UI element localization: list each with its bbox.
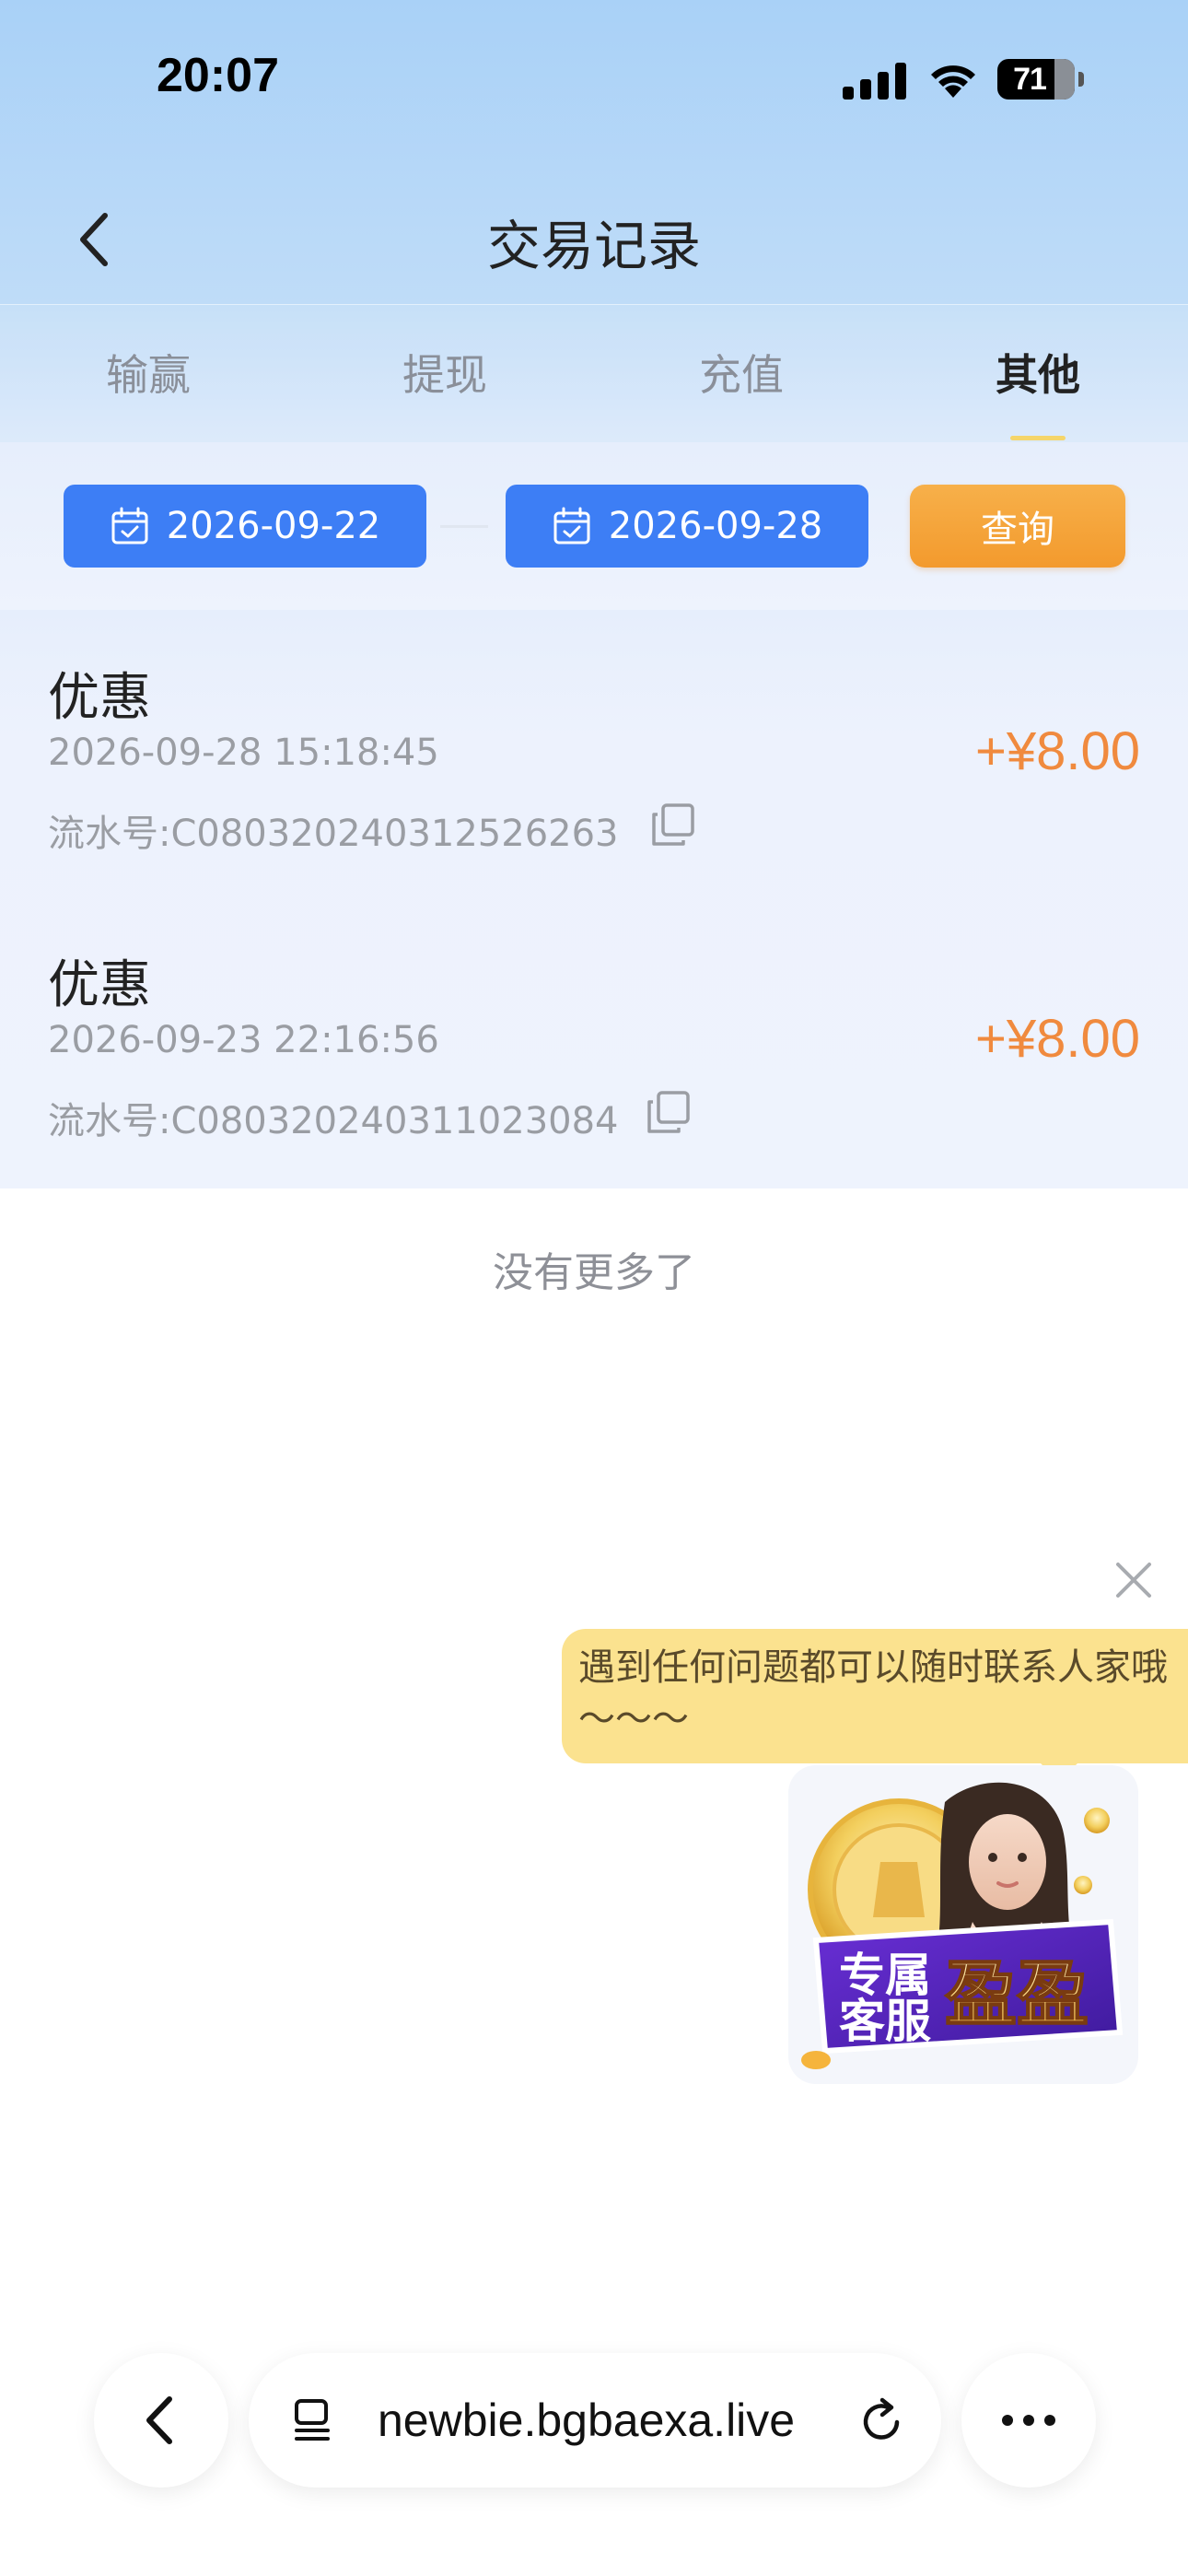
active-tab-indicator — [1010, 436, 1066, 440]
start-date-text: 2026-09-22 — [166, 505, 381, 547]
badge-line2: 客服 — [839, 1995, 931, 2048]
transaction-amount: +¥8.00 — [974, 721, 1140, 781]
start-date-button[interactable]: 2026-09-22 — [64, 485, 426, 568]
list-item: 优惠 2026-09-23 22:16:56 流水号:C080320240311… — [0, 897, 1188, 1185]
end-date-button[interactable]: 2026-09-28 — [506, 485, 868, 568]
battery-icon: 71 — [997, 59, 1084, 100]
close-icon[interactable] — [1111, 1557, 1157, 1603]
browser-toolbar: newbie.bgbaexa.live — [0, 2340, 1188, 2488]
copy-icon[interactable] — [646, 1089, 692, 1135]
wifi-icon — [926, 57, 981, 100]
address-bar[interactable]: newbie.bgbaexa.live — [249, 2353, 941, 2488]
back-chevron-icon — [146, 2396, 172, 2444]
end-date-text: 2026-09-28 — [608, 505, 823, 547]
reader-icon — [295, 2399, 330, 2441]
transaction-amount: +¥8.00 — [974, 1009, 1140, 1069]
more-button[interactable] — [961, 2353, 1096, 2488]
customer-service-badge[interactable]: 专属 客服 盈盈 — [788, 1765, 1138, 2084]
transaction-type: 优惠 — [48, 668, 151, 728]
list-item: 优惠 2026-09-28 15:18:45 流水号:C080320240312… — [0, 610, 1188, 897]
date-filter-bar: 2026-09-22 2026-09-28 查询 — [0, 442, 1188, 610]
tab-deposit[interactable]: 充值 — [640, 342, 843, 403]
more-icon — [1002, 2415, 1055, 2426]
transaction-time: 2026-09-28 15:18:45 — [48, 732, 439, 774]
page: 20:07 71 交易记录 输赢 提现 充值 其他 2026-09-22 202… — [0, 0, 1188, 2576]
transaction-serial: 流水号:C080320240312526263 — [48, 813, 619, 855]
battery-level: 71 — [1013, 61, 1047, 97]
tab-other[interactable]: 其他 — [937, 342, 1139, 403]
calendar-icon — [111, 507, 148, 544]
transaction-type: 优惠 — [48, 955, 151, 1015]
transaction-serial: 流水号:C080320240311023084 — [48, 1100, 619, 1142]
signal-icon — [843, 63, 907, 100]
status-time: 20:07 — [157, 49, 279, 102]
reload-icon[interactable] — [856, 2395, 908, 2446]
tab-win-loss[interactable]: 输赢 — [47, 342, 250, 403]
transaction-time: 2026-09-23 22:16:56 — [48, 1019, 439, 1061]
calendar-icon — [553, 507, 590, 544]
page-title: 交易记录 — [486, 215, 701, 277]
copy-icon[interactable] — [650, 802, 696, 848]
status-bar: 20:07 71 — [0, 0, 1188, 166]
nav-header: 交易记录 — [0, 166, 1188, 304]
query-button[interactable]: 查询 — [910, 485, 1125, 568]
browser-back-button[interactable] — [94, 2353, 228, 2488]
tab-bar: 输赢 提现 充值 其他 — [0, 304, 1188, 442]
date-range-separator — [440, 525, 488, 528]
url-text: newbie.bgbaexa.live — [378, 2395, 796, 2446]
tab-withdraw[interactable]: 提现 — [344, 342, 546, 403]
badge-name: 盈盈 — [945, 1953, 1089, 2036]
list-end-text: 没有更多了 — [493, 1249, 695, 1296]
transaction-list: 优惠 2026-09-28 15:18:45 流水号:C080320240312… — [0, 610, 1188, 1185]
support-bubble[interactable]: 遇到任何问题都可以随时联系人家哦～～～ — [562, 1629, 1188, 1782]
